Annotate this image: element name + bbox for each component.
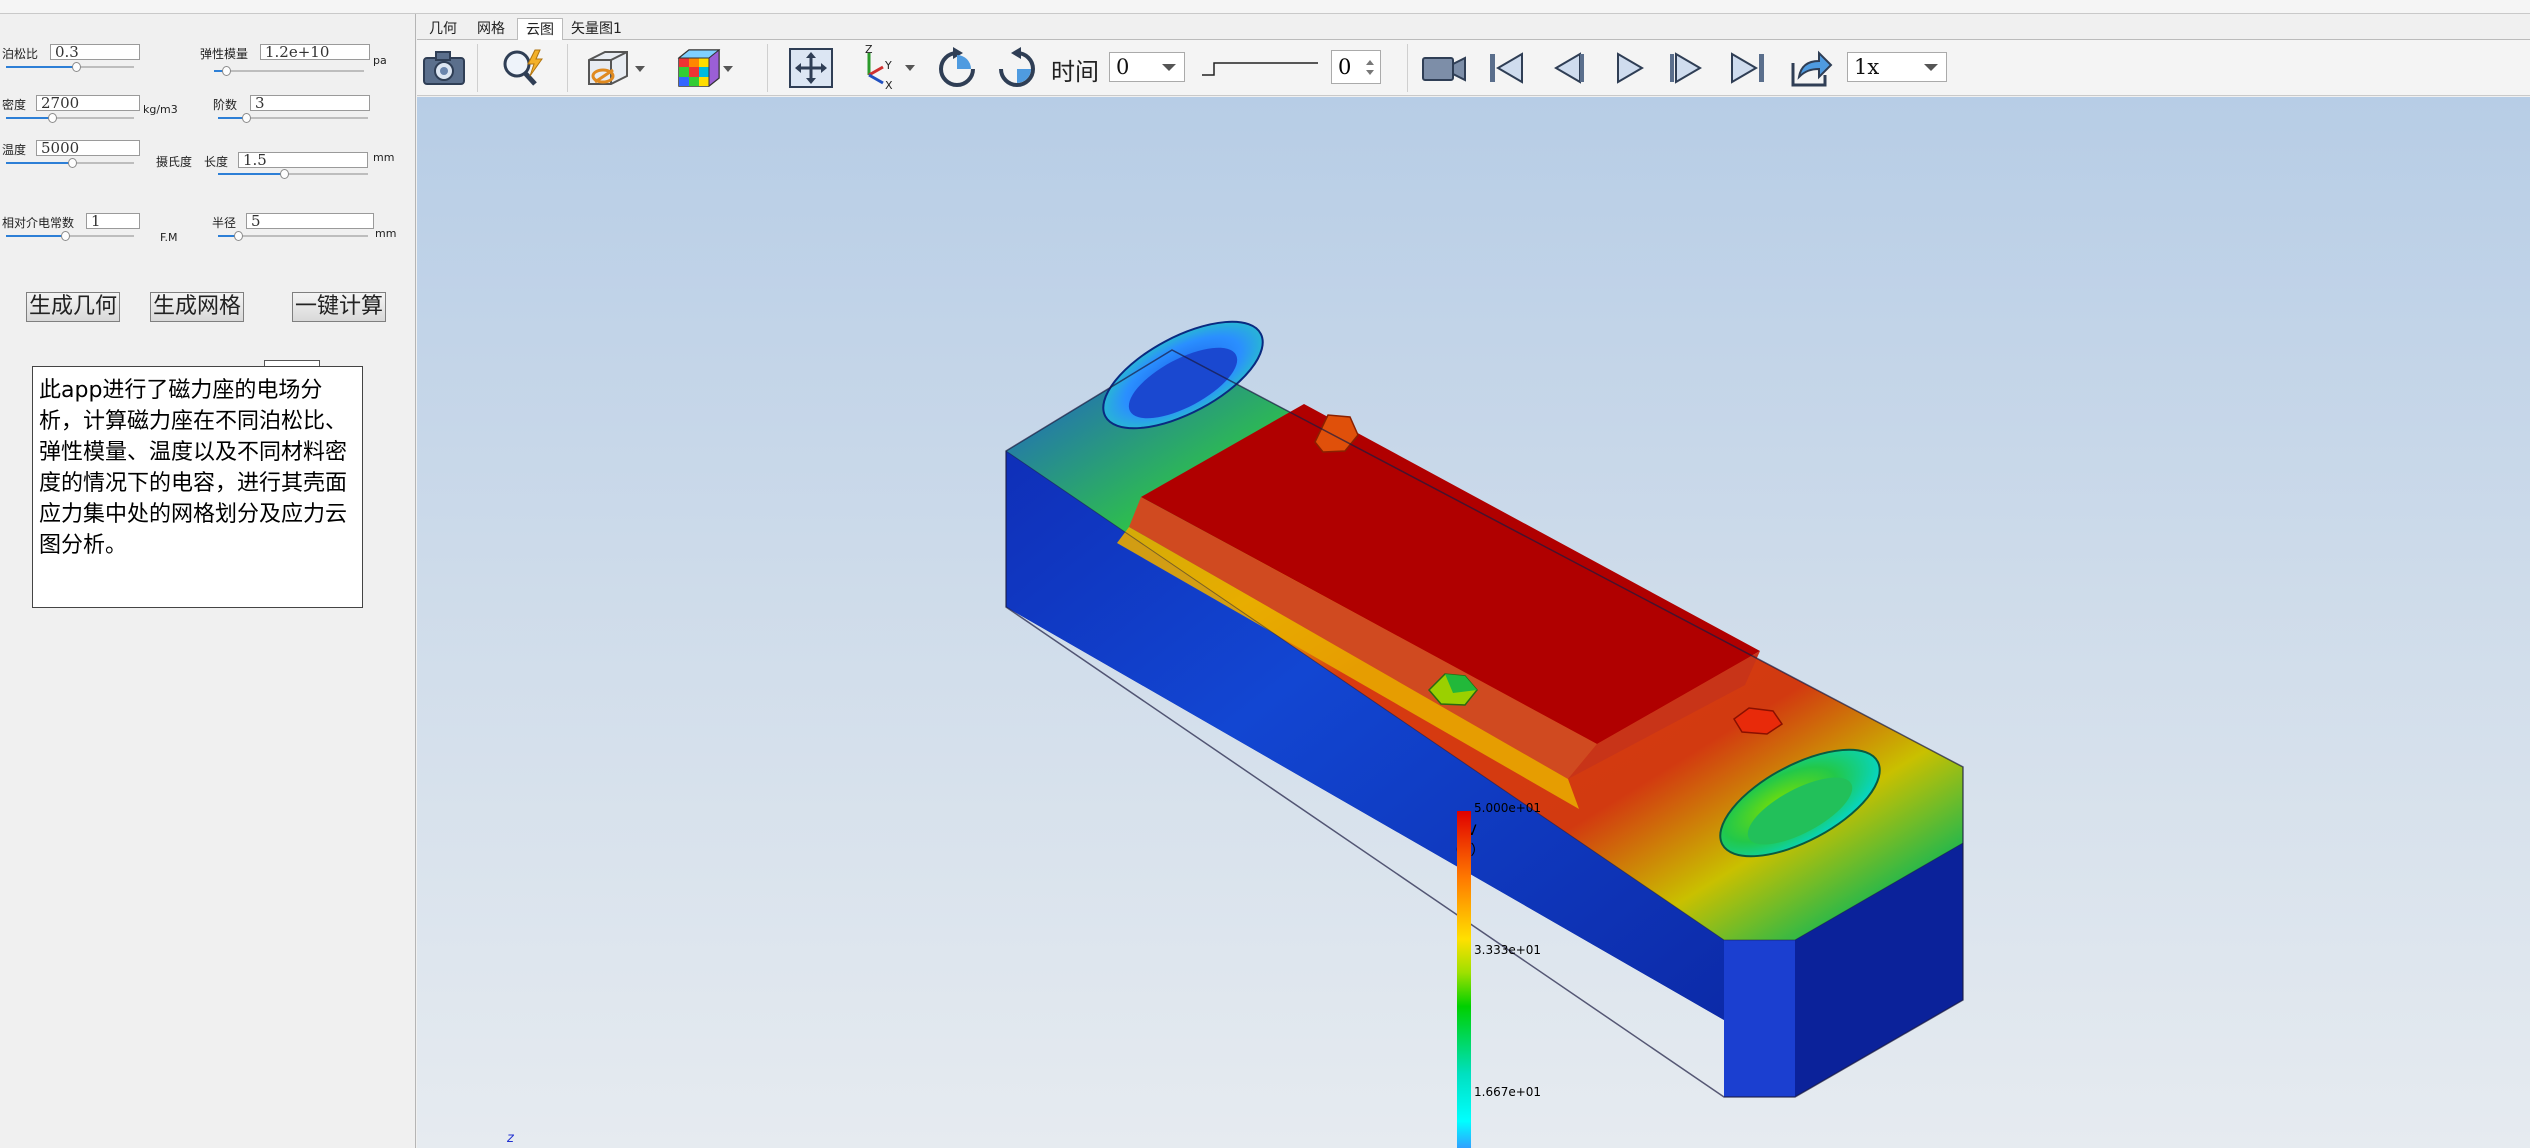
- poisson-label: 泊松比: [2, 47, 39, 61]
- permittivity-label: 相对介电常数: [2, 216, 75, 230]
- temperature-label: 温度: [2, 143, 27, 157]
- triad-z-label: z: [507, 1131, 514, 1146]
- spin-down-icon[interactable]: [1366, 70, 1374, 75]
- poisson-slider[interactable]: [6, 61, 134, 73]
- speed-select[interactable]: 1x: [1847, 52, 1947, 82]
- length-unit: mm: [373, 151, 395, 164]
- svg-text:Z: Z: [865, 45, 873, 56]
- time-slider[interactable]: [1199, 44, 1321, 92]
- play-icon[interactable]: [1603, 44, 1653, 92]
- density-input[interactable]: 2700: [36, 95, 140, 111]
- tab-vector-plot[interactable]: 矢量图1: [563, 18, 630, 40]
- youngs-slider[interactable]: [214, 65, 364, 77]
- record-icon[interactable]: [1417, 44, 1471, 92]
- axis-icon[interactable]: ZYX: [851, 44, 921, 92]
- frame-spinbox-value: 0: [1338, 55, 1352, 79]
- rotate-right-icon[interactable]: [991, 44, 1043, 92]
- youngs-label: 弹性模量: [200, 47, 249, 61]
- frame-spinbox[interactable]: 0: [1331, 50, 1381, 84]
- poisson-input[interactable]: 0.3: [50, 44, 140, 60]
- spin-up-icon[interactable]: [1366, 60, 1374, 65]
- density-label: 密度: [2, 98, 27, 112]
- youngs-unit: pa: [373, 54, 387, 67]
- chevron-down-icon: [1162, 64, 1176, 71]
- svg-text:Y: Y: [884, 59, 892, 72]
- speed-select-value: 1x: [1854, 55, 1880, 79]
- legend-tick-low: 1.667e+01: [1474, 1085, 1542, 1099]
- chevron-down-icon: [1924, 64, 1938, 71]
- camera-icon[interactable]: [419, 44, 469, 92]
- svg-text:X: X: [885, 79, 893, 91]
- youngs-input[interactable]: 1.2e+10: [260, 44, 370, 60]
- zoom-icon[interactable]: [495, 44, 549, 92]
- 3d-viewport[interactable]: z V （V） 5.000e+01 3.333e+01 1.667e+01: [417, 97, 2530, 1148]
- generate-geometry-button[interactable]: 生成几何: [26, 292, 120, 322]
- color-cube-icon[interactable]: [671, 44, 737, 92]
- view-cube-icon[interactable]: [581, 44, 651, 92]
- permittivity-slider[interactable]: [6, 230, 134, 242]
- generate-mesh-button[interactable]: 生成网格: [150, 292, 244, 322]
- time-select-value: 0: [1116, 55, 1130, 79]
- radius-input[interactable]: 5: [246, 213, 374, 229]
- density-slider[interactable]: [6, 112, 134, 124]
- density-unit: kg/m3: [143, 103, 178, 116]
- time-label: 时间: [1051, 58, 1099, 86]
- temperature-input[interactable]: 5000: [36, 140, 140, 156]
- order-input[interactable]: 3: [250, 95, 370, 111]
- radius-label: 半径: [212, 216, 237, 230]
- parameter-panel: 泊松比 0.3 弹性模量 1.2e+10 pa 密度 2700 kg/m3 阶数…: [0, 14, 416, 1148]
- color-legend-bar: [1457, 811, 1471, 1148]
- rotate-left-icon[interactable]: [931, 44, 983, 92]
- order-slider[interactable]: [218, 112, 368, 124]
- fit-view-icon[interactable]: [785, 44, 837, 92]
- next-frame-icon[interactable]: [1663, 44, 1713, 92]
- compute-button[interactable]: 一键计算: [292, 292, 386, 322]
- permittivity-input[interactable]: 1: [86, 213, 140, 229]
- tab-mesh[interactable]: 网格: [469, 18, 513, 40]
- export-icon[interactable]: [1785, 44, 1837, 92]
- time-select[interactable]: 0: [1109, 52, 1185, 82]
- last-frame-icon[interactable]: [1723, 44, 1773, 92]
- permittivity-unit: F.M: [160, 231, 178, 244]
- tab-geometry[interactable]: 几何: [421, 18, 465, 40]
- temperature-slider[interactable]: [6, 157, 134, 169]
- tab-contour[interactable]: 云图: [517, 18, 563, 40]
- radius-unit: mm: [375, 227, 397, 240]
- length-input[interactable]: 1.5: [238, 152, 368, 168]
- length-slider[interactable]: [218, 168, 368, 180]
- description-textbox: 此app进行了磁力座的电场分析，计算磁力座在不同泊松比、弹性模量、温度以及不同材…: [32, 366, 363, 608]
- legend-tick-max: 5.000e+01: [1474, 801, 1542, 815]
- window-top-strip: [0, 0, 2530, 14]
- radius-slider[interactable]: [218, 230, 368, 242]
- celsius-label: 摄氏度: [156, 155, 193, 169]
- first-frame-icon[interactable]: [1481, 44, 1531, 92]
- legend-tick-mid: 3.333e+01: [1474, 943, 1542, 957]
- prev-frame-icon[interactable]: [1541, 44, 1591, 92]
- view-tabs: 几何 网格 云图 矢量图1: [417, 14, 2530, 40]
- magnetic-base-model: [1005, 320, 1964, 1098]
- order-label: 阶数: [213, 98, 238, 112]
- toolbar: ZYX 时间 0 0 1x: [417, 40, 2530, 96]
